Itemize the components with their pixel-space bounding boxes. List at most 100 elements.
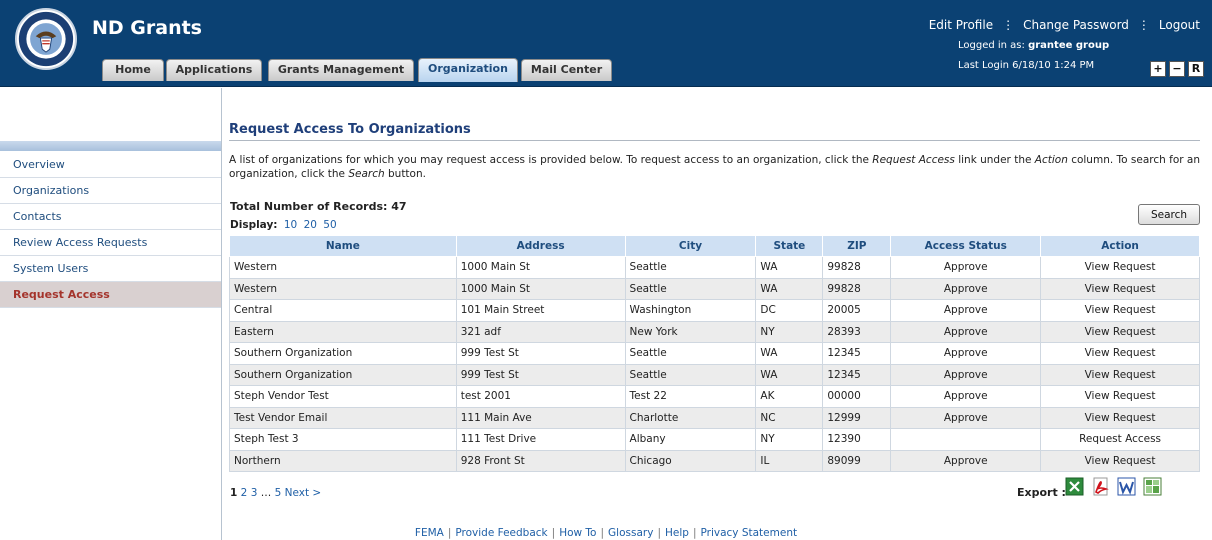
action-link[interactable]: View Request [1040, 320, 1200, 343]
page-title: Request Access To Organizations [229, 122, 471, 137]
org-address: 928 Front St [455, 449, 626, 472]
search-button[interactable]: Search [1138, 204, 1200, 225]
intro-text: A list of organizations for which you ma… [229, 153, 1204, 181]
export-label: Export : [1017, 486, 1066, 499]
tab-home[interactable]: Home [102, 59, 164, 81]
org-city: Seattle [624, 363, 757, 386]
tab-mail-center[interactable]: Mail Center [521, 59, 612, 81]
org-name-link[interactable]: Test Vendor Email [229, 406, 457, 429]
tab-grants-management[interactable]: Grants Management [268, 59, 414, 81]
org-address: 321 adf [455, 320, 626, 343]
current-page: 1 [230, 487, 238, 499]
org-city: Seattle [624, 277, 757, 300]
access-status: Approve [890, 320, 1042, 343]
tab-organization[interactable]: Organization [418, 58, 518, 82]
logged-in-prefix: Logged in as: [958, 40, 1025, 51]
org-city: Seattle [624, 342, 757, 365]
org-name-link[interactable]: Southern Organization [229, 342, 457, 365]
action-link[interactable]: View Request [1040, 256, 1200, 279]
sidebar-item-overview[interactable]: Overview [0, 152, 221, 178]
org-address: test 2001 [455, 385, 626, 408]
access-status: Approve [890, 342, 1042, 365]
display-50-link[interactable]: 50 [323, 219, 336, 231]
edit-profile-link[interactable]: Edit Profile [929, 18, 993, 32]
logged-in-user: grantee group [1028, 40, 1110, 51]
org-city: Test 22 [624, 385, 757, 408]
excel-icon[interactable] [1065, 477, 1084, 496]
org-name-link[interactable]: Steph Vendor Test [229, 385, 457, 408]
logout-link[interactable]: Logout [1159, 18, 1200, 32]
link-separator: ⋮ [1137, 18, 1150, 32]
last-login: Last Login 6/18/10 1:24 PM [958, 60, 1095, 71]
column-header-city[interactable]: City [624, 235, 757, 257]
org-name-link[interactable]: Steph Test 3 [229, 428, 457, 451]
table-row: Western 1000 Main St Seattle WA 99828 Approve… [229, 256, 1200, 279]
intro-emphasis: Request Access [872, 154, 955, 166]
org-address: 1000 Main St [455, 277, 626, 300]
column-header-action[interactable]: Action [1040, 235, 1200, 257]
csv-icon[interactable] [1143, 477, 1162, 496]
column-header-zip[interactable]: ZIP [822, 235, 892, 257]
footer-link-privacy-statement[interactable]: Privacy Statement [700, 527, 797, 539]
action-link[interactable]: Request Access [1040, 428, 1200, 451]
column-header-name[interactable]: Name [229, 235, 457, 257]
next-page-link[interactable]: Next > [285, 487, 322, 499]
decrease-font-button[interactable]: − [1169, 61, 1185, 77]
action-link[interactable]: View Request [1040, 342, 1200, 365]
sidebar-item-review-access-requests[interactable]: Review Access Requests [0, 230, 221, 256]
table-row: Steph Test 3 111 Test Drive Albany NY 12390 R… [229, 428, 1200, 451]
table-row: Eastern 321 adf New York NY 28393 Approve View… [229, 320, 1200, 343]
action-link[interactable]: View Request [1040, 406, 1200, 429]
action-link[interactable]: View Request [1040, 299, 1200, 322]
page-2-link[interactable]: 2 [241, 487, 248, 499]
action-link[interactable]: View Request [1040, 385, 1200, 408]
org-name-link[interactable]: Southern Organization [229, 363, 457, 386]
tab-applications[interactable]: Applications [166, 59, 262, 81]
display-20-link[interactable]: 20 [304, 219, 317, 231]
footer-link-provide-feedback[interactable]: Provide Feedback [455, 527, 547, 539]
sidebar-item-request-access[interactable]: Request Access [0, 282, 221, 308]
action-link[interactable]: View Request [1040, 363, 1200, 386]
org-name-link[interactable]: Western [229, 256, 457, 279]
access-status: Approve [890, 299, 1042, 322]
org-name-link[interactable]: Northern [229, 449, 457, 472]
display-options: Display: 10 20 50 [230, 219, 337, 231]
org-state: DC [755, 299, 824, 322]
action-link[interactable]: View Request [1040, 277, 1200, 300]
increase-font-button[interactable]: + [1150, 61, 1166, 77]
org-zip: 99828 [822, 256, 892, 279]
table-header-row: Name Address City State ZIP Access Statu… [229, 235, 1200, 257]
word-icon[interactable] [1117, 477, 1136, 496]
link-separator: ⋮ [1002, 18, 1015, 32]
sidebar-item-contacts[interactable]: Contacts [0, 204, 221, 230]
display-10-link[interactable]: 10 [284, 219, 297, 231]
page-3-link[interactable]: 3 [251, 487, 258, 499]
intro-emphasis: Search [348, 168, 385, 180]
page-5-link[interactable]: 5 [275, 487, 282, 499]
org-state: IL [755, 449, 824, 472]
pdf-icon[interactable] [1091, 477, 1110, 496]
column-header-state[interactable]: State [755, 235, 824, 257]
intro-part: button. [384, 168, 426, 180]
org-name-link[interactable]: Central [229, 299, 457, 322]
org-zip: 12345 [822, 363, 892, 386]
reset-font-button[interactable]: R [1188, 61, 1204, 77]
footer-link-how-to[interactable]: How To [559, 527, 596, 539]
sidebar-item-organizations[interactable]: Organizations [0, 178, 221, 204]
footer-link-help[interactable]: Help [665, 527, 689, 539]
org-name-link[interactable]: Western [229, 277, 457, 300]
org-state: WA [755, 342, 824, 365]
column-header-address[interactable]: Address [455, 235, 626, 257]
action-link[interactable]: View Request [1040, 449, 1200, 472]
org-state: NY [755, 320, 824, 343]
org-state: NC [755, 406, 824, 429]
footer-link-glossary[interactable]: Glossary [608, 527, 653, 539]
footer-link-fema[interactable]: FEMA [415, 527, 444, 539]
org-name-link[interactable]: Eastern [229, 320, 457, 343]
sidebar-header-bar [0, 141, 221, 151]
access-status: Approve [890, 256, 1042, 279]
sidebar-item-system-users[interactable]: System Users [0, 256, 221, 282]
column-header-access-status[interactable]: Access Status [890, 235, 1042, 257]
org-address: 999 Test St [455, 342, 626, 365]
change-password-link[interactable]: Change Password [1023, 18, 1129, 32]
